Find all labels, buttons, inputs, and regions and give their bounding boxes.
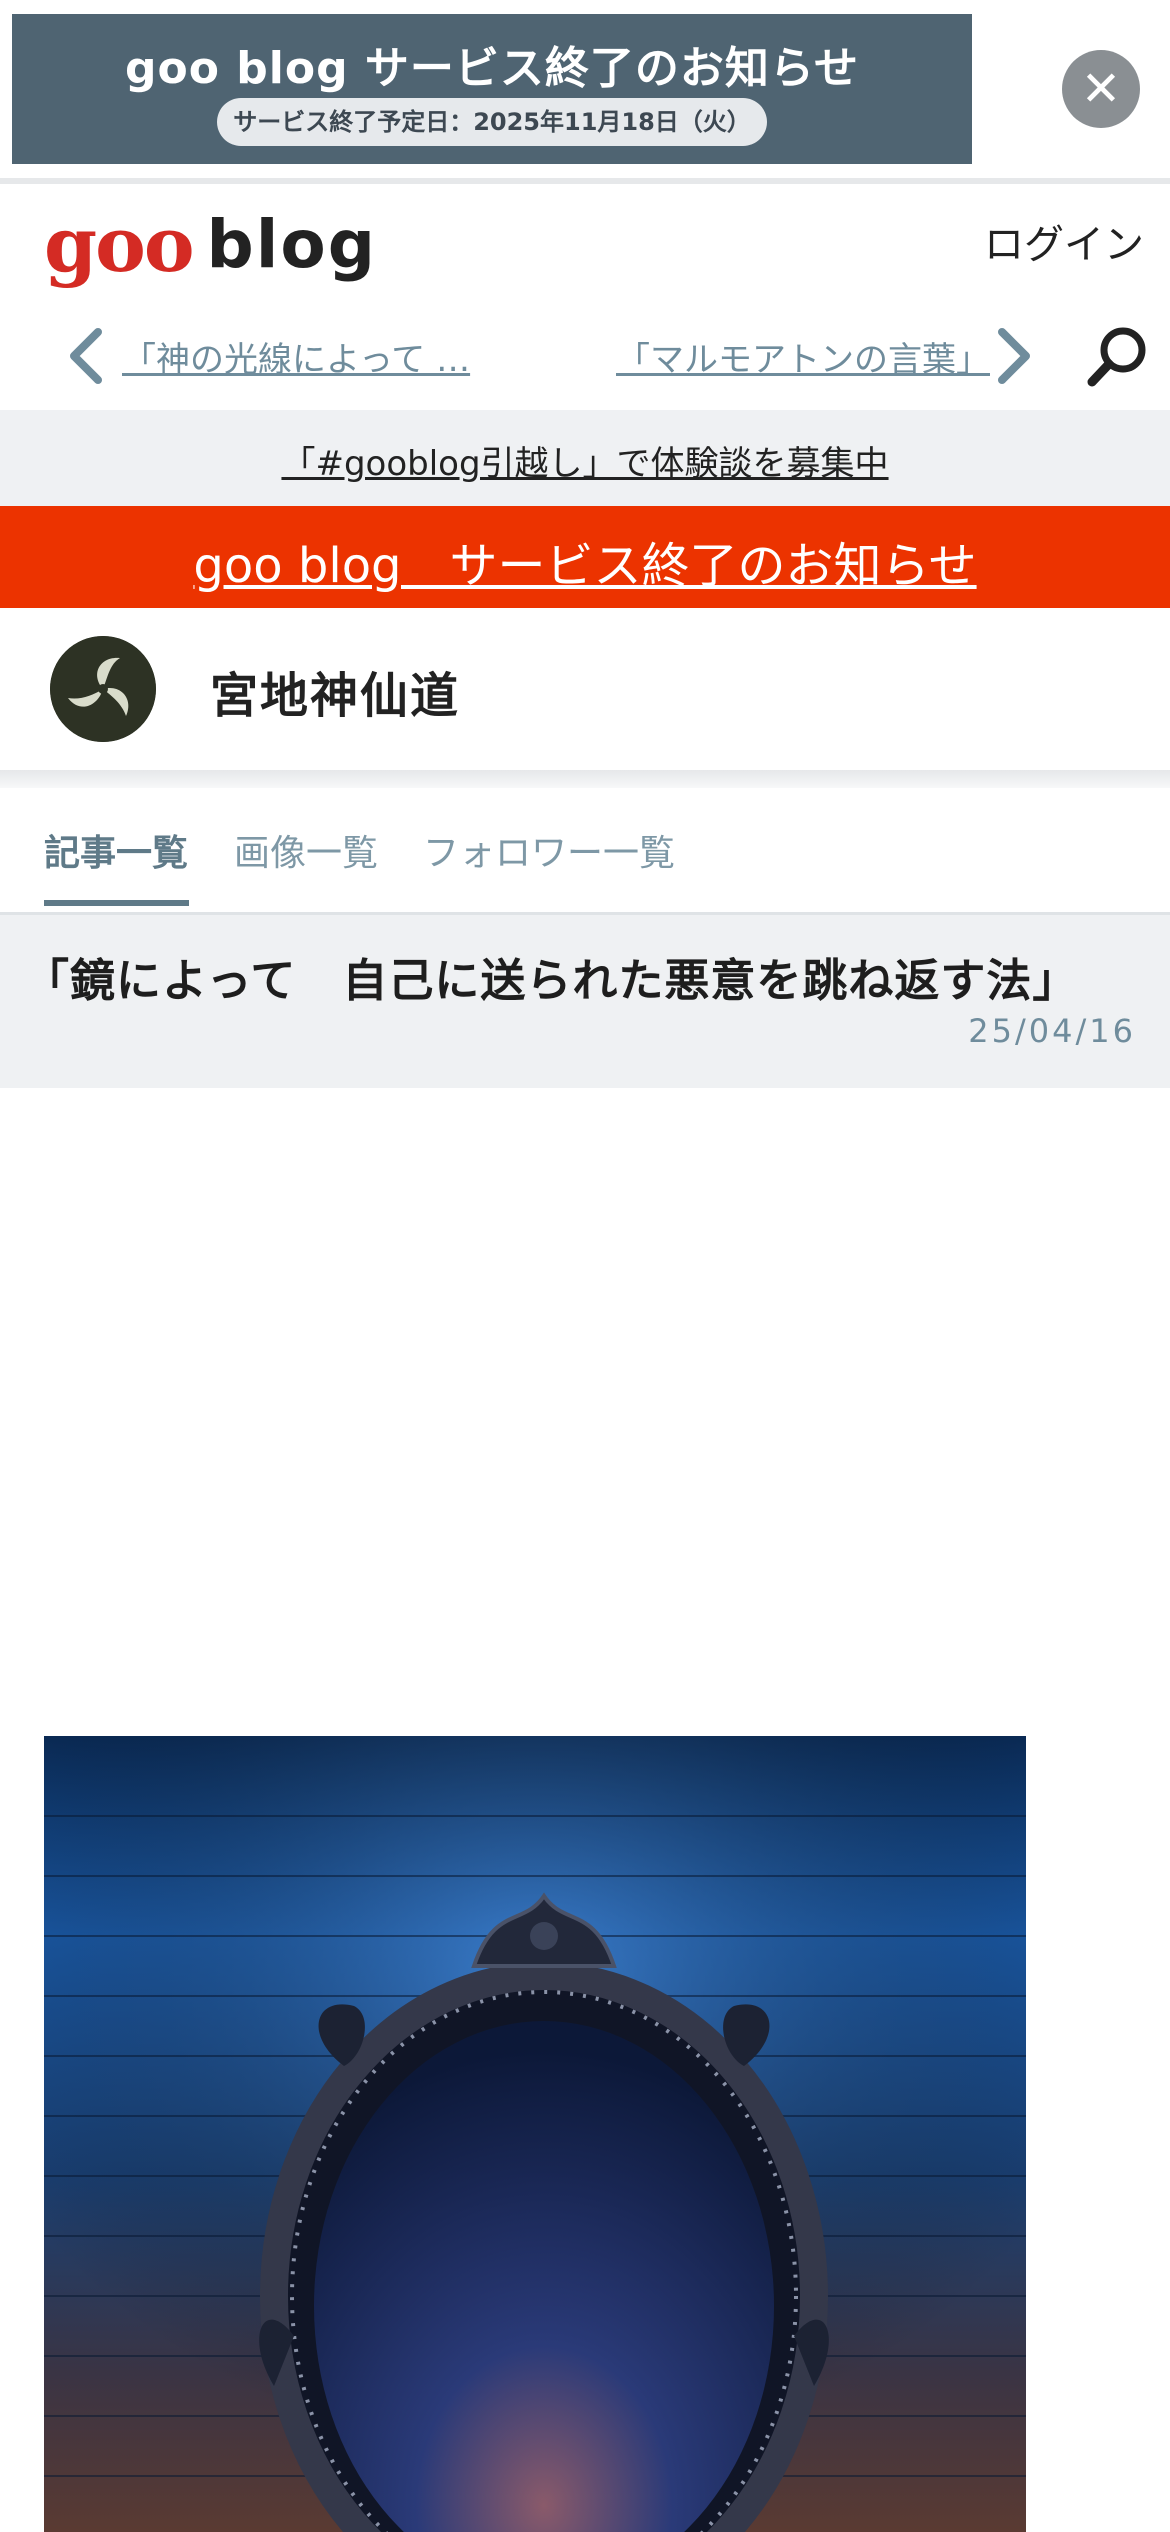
chevron-left-icon[interactable] xyxy=(62,326,112,386)
active-tab-indicator xyxy=(44,900,189,906)
blog-name[interactable]: 宮地神仙道 xyxy=(210,656,460,726)
goo-blog-logo[interactable]: goo blog xyxy=(44,200,377,290)
tomoe-crest-icon xyxy=(50,636,156,742)
close-icon: ✕ xyxy=(1080,61,1122,117)
service-end-banner[interactable]: goo blog サービス終了のお知らせ サービス終了予定日：2025年11月1… xyxy=(12,14,972,164)
campaign-bar: 「#gooblog引越し」で体験談を募集中 xyxy=(0,410,1170,506)
next-article-link[interactable]: 「マルモアトンの言葉」 xyxy=(616,332,990,381)
service-end-notice-link[interactable]: goo blog サービス終了のお知らせ xyxy=(0,526,1170,596)
tab-articles[interactable]: 記事一覧 xyxy=(44,824,188,876)
campaign-link[interactable]: 「#gooblog引越し」で体験談を募集中 xyxy=(0,436,1170,485)
tab-followers[interactable]: フォロワー一覧 xyxy=(423,824,675,876)
article-title: 「鏡によって 自己に送られた悪意を跳ね返す法」 xyxy=(24,954,1079,1007)
logo-goo-text: goo xyxy=(44,200,195,289)
search-icon[interactable] xyxy=(1085,324,1151,390)
divider xyxy=(0,178,1170,184)
banner-title: goo blog サービス終了のお知らせ xyxy=(124,43,859,94)
service-end-notice: goo blog サービス終了のお知らせ xyxy=(0,506,1170,608)
prev-article-link[interactable]: 「神の光線によって … xyxy=(122,332,502,381)
tab-images[interactable]: 画像一覧 xyxy=(234,824,378,876)
blog-header xyxy=(0,608,1170,770)
avatar[interactable] xyxy=(50,636,156,742)
close-banner-button[interactable]: ✕ xyxy=(1062,50,1140,128)
article-image[interactable] xyxy=(44,1736,1026,2532)
login-link[interactable]: ログイン xyxy=(984,212,1144,270)
chevron-right-icon[interactable] xyxy=(988,326,1038,386)
blog-tabs: 記事一覧 画像一覧 フォロワー一覧 xyxy=(0,788,1170,912)
logo-blog-text: blog xyxy=(206,206,377,283)
divider xyxy=(0,770,1170,788)
banner-date-pill: サービス終了予定日：2025年11月18日（火） xyxy=(217,98,767,146)
article-date: 25/04/16 xyxy=(968,1012,1136,1050)
